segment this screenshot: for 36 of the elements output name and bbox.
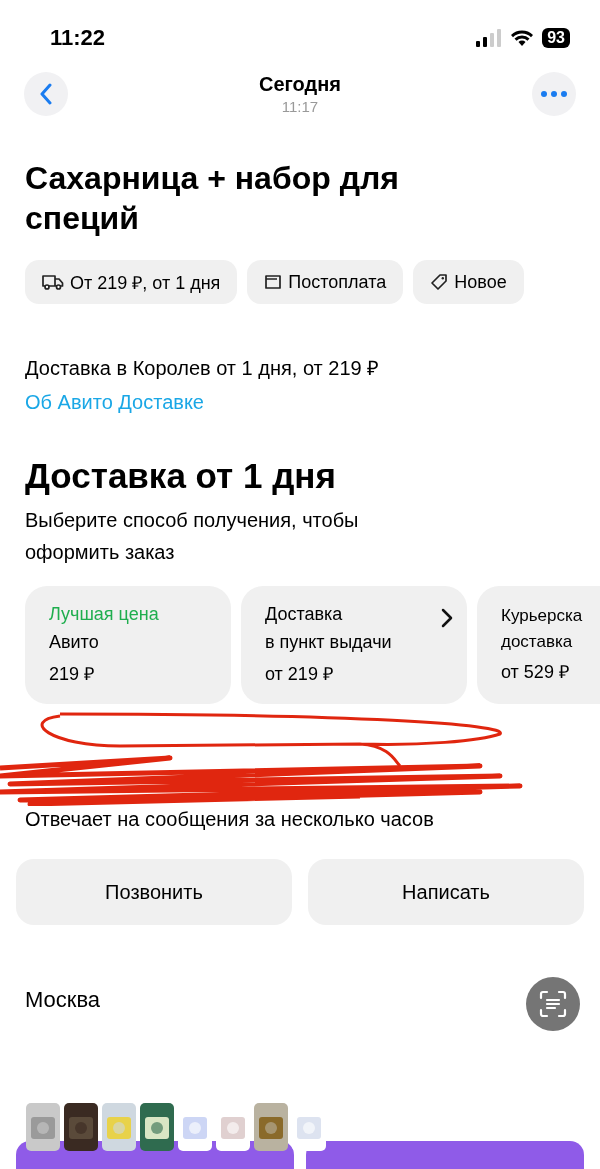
chip-label: Новое xyxy=(454,271,507,293)
chat-time: 11:17 xyxy=(281,98,319,115)
response-time: Отвечает на сообщения за несколько часов xyxy=(25,808,435,831)
chip-label: От 219 ₽, от 1 дня xyxy=(70,272,221,294)
action-button[interactable]: Позвонить xyxy=(16,859,292,925)
delivery-heading: Доставка от 1 дня xyxy=(25,456,337,496)
status-time: 11:22 xyxy=(50,25,106,51)
option-price: от 219 ₽ xyxy=(265,662,334,686)
delivery-option-card[interactable]: Лучшая цена Авито 219 ₽ xyxy=(25,586,231,704)
back-icon xyxy=(39,83,53,105)
more-button[interactable] xyxy=(532,72,576,116)
delivery-option-card[interactable]: Доставка в пункт выдачи от 219 ₽ xyxy=(241,586,467,704)
chip-label: Постоплата xyxy=(288,271,387,293)
scan-text-icon xyxy=(539,990,567,1018)
city-label: Москва xyxy=(25,987,101,1013)
option-name: Курьерска доставка xyxy=(501,604,583,654)
signal-icon xyxy=(476,29,503,47)
truck-icon xyxy=(42,274,64,290)
option-name: Авито xyxy=(49,631,99,655)
action-button[interactable]: Написать xyxy=(308,859,584,925)
back-button[interactable] xyxy=(24,72,68,116)
best-price-label: Лучшая цена xyxy=(49,603,160,627)
wallet-icon xyxy=(264,274,283,290)
delivery-info: Доставка в Королев от 1 дня, от 219 ₽ xyxy=(25,356,381,381)
product-title: Сахарница + набор для специй xyxy=(25,159,400,238)
delivery-subtitle: Выберите способ получения, чтобы оформить заказ xyxy=(25,508,360,565)
scan-text-button[interactable] xyxy=(526,977,580,1031)
option-price: от 529 ₽ xyxy=(501,661,570,685)
chevron-icon xyxy=(441,608,453,628)
wifi-icon xyxy=(510,29,535,47)
delivery-option-card[interactable]: Курьерска доставка от 529 ₽ xyxy=(477,586,600,704)
more-icon xyxy=(541,91,567,97)
option-price: 219 ₽ xyxy=(49,662,96,686)
chat-title: Сегодня xyxy=(259,73,341,96)
battery-level: 93 xyxy=(542,28,570,48)
tag-icon xyxy=(430,273,449,291)
